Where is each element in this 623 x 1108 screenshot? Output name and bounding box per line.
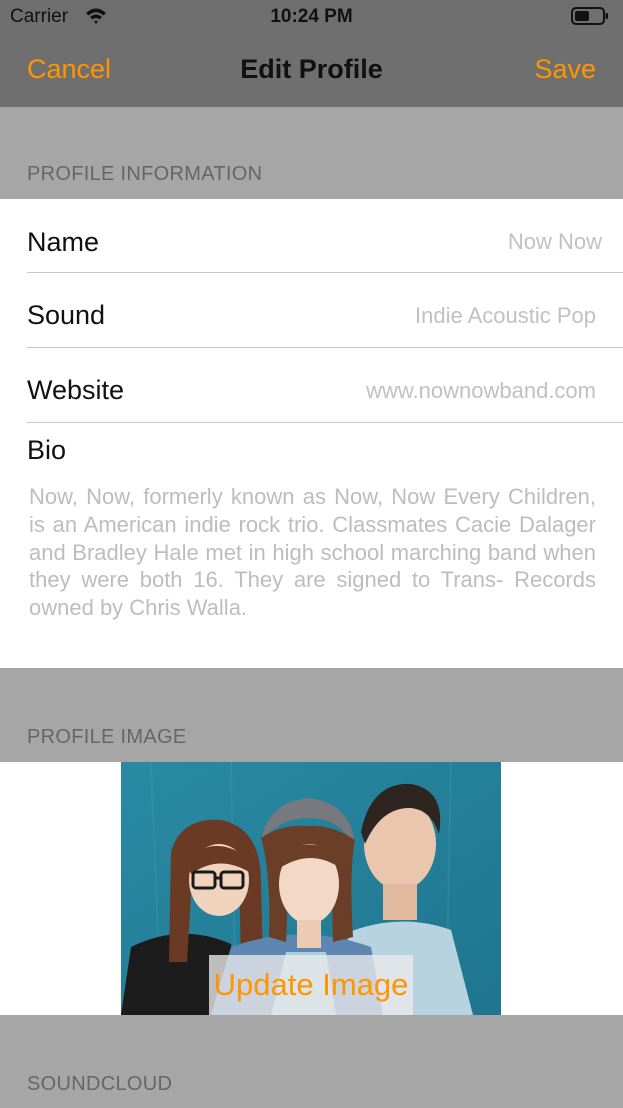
sound-field[interactable]: Indie Acoustic Pop <box>415 303 596 329</box>
save-button[interactable]: Save <box>534 54 596 85</box>
update-image-button[interactable]: Update Image <box>209 955 413 1015</box>
name-field[interactable]: Now Now <box>508 229 602 255</box>
section-header-profile-image: PROFILE IMAGE <box>27 726 187 748</box>
profile-photo: Update Image <box>121 762 501 1015</box>
sound-row[interactable]: Sound Indie Acoustic Pop <box>27 273 623 347</box>
battery-icon <box>571 7 608 25</box>
page-title: Edit Profile <box>240 54 383 84</box>
profile-information-card: Name Now Now Sound Indie Acoustic Pop We… <box>0 199 623 668</box>
status-bar: Carrier 10:24 PM <box>0 0 623 34</box>
clock: 10:24 PM <box>270 6 353 27</box>
bio-label: Bio <box>27 435 67 465</box>
section-header-profile-information: PROFILE INFORMATION <box>27 163 263 185</box>
name-label: Name <box>27 227 100 257</box>
bio-field[interactable]: Now, Now, formerly known as Now, Now Eve… <box>29 483 596 622</box>
website-row[interactable]: Website www.nownowband.com <box>27 348 623 422</box>
section-header-soundcloud: SOUNDCLOUD <box>27 1073 173 1095</box>
profile-image-card: Update Image <box>0 762 623 1015</box>
navigation-bar: Cancel Edit Profile Save <box>0 34 623 107</box>
website-field[interactable]: www.nownowband.com <box>366 378 596 404</box>
divider <box>27 422 623 423</box>
sound-label: Sound <box>27 300 106 330</box>
website-label: Website <box>27 375 125 405</box>
name-row[interactable]: Name Now Now <box>27 199 623 273</box>
